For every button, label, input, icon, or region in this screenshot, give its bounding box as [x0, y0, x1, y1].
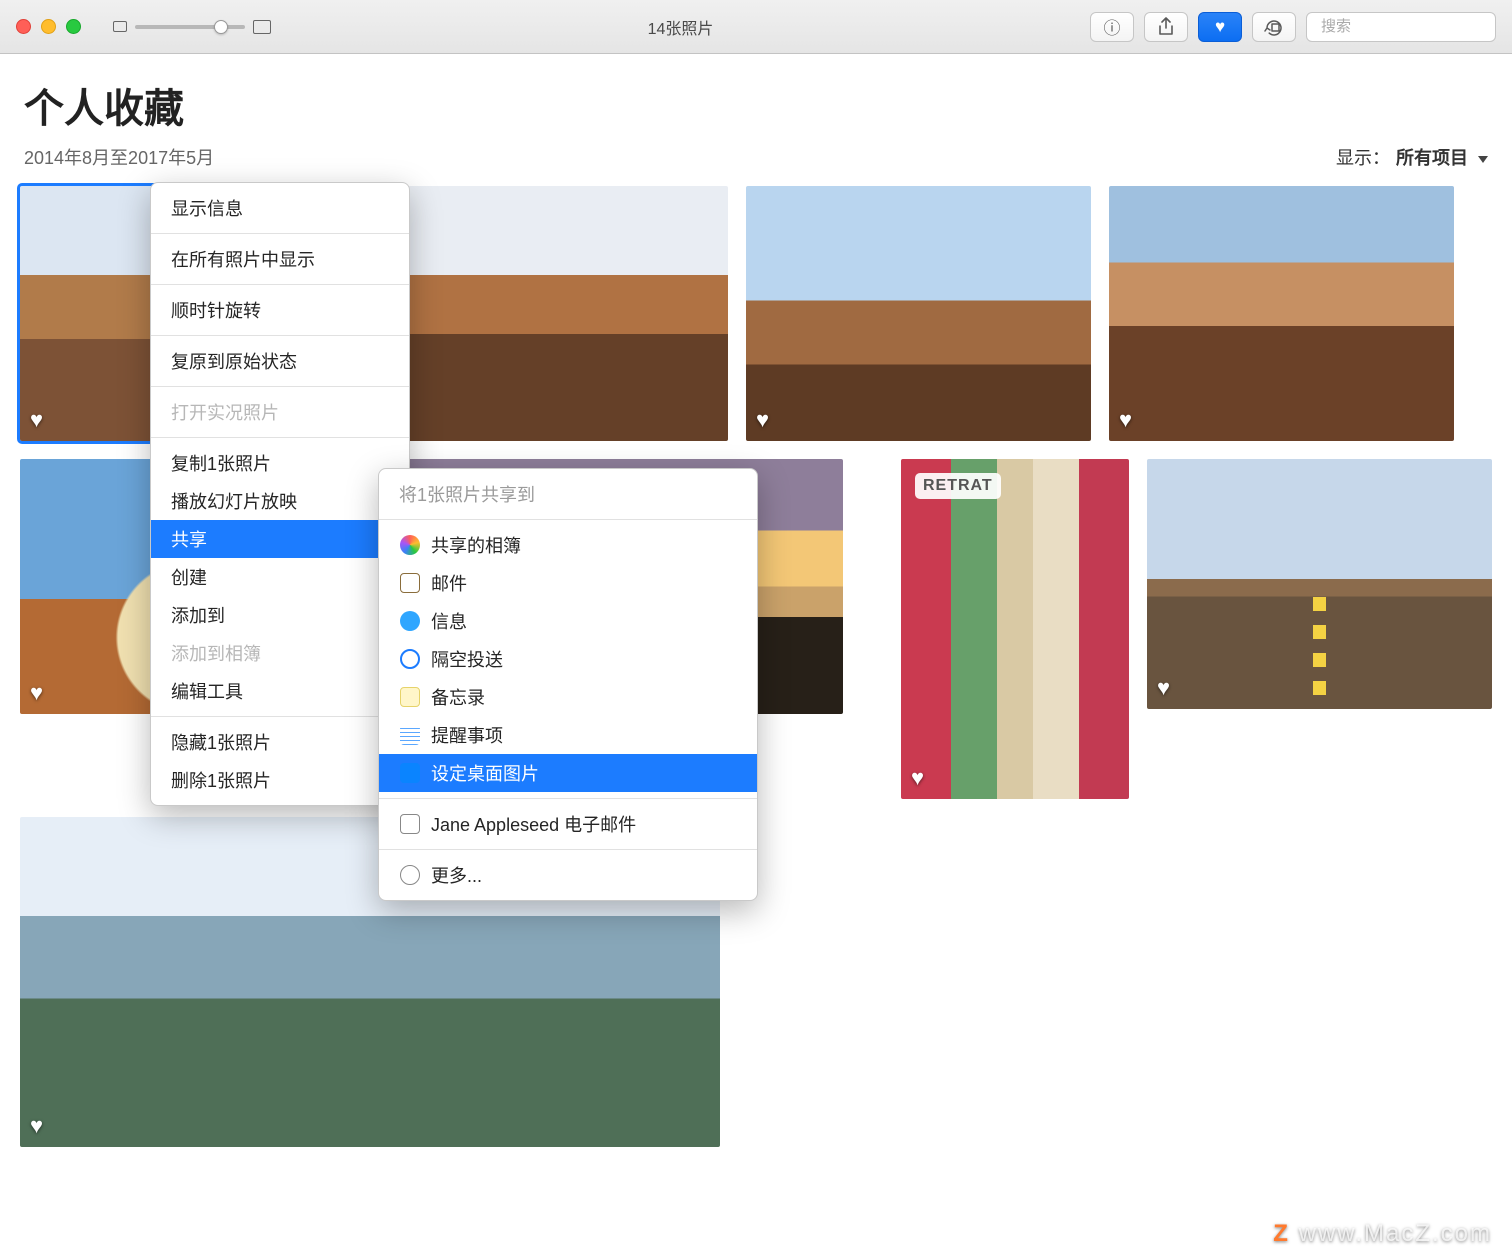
- heart-icon: ♥: [30, 1113, 43, 1139]
- share-submenu[interactable]: 将1张照片共享到共享的相簿邮件信息隔空投送备忘录提醒事项设定桌面图片 Jane A…: [378, 468, 758, 901]
- app-window: 14张照片 ⓘ ♥ 个人收藏 2014年8月至2017年5月 显示： 所有项目: [0, 0, 1512, 1260]
- context-menu-item[interactable]: 编辑工具: [151, 672, 409, 710]
- zoom-small-icon: [113, 21, 127, 32]
- date-range: 2014年8月至2017年5月: [24, 144, 214, 170]
- context-menu-item[interactable]: 添加到: [151, 596, 409, 634]
- notes-icon: [400, 687, 420, 707]
- context-menu-item[interactable]: 隐藏1张照片: [151, 723, 409, 761]
- zoom-track[interactable]: [135, 25, 245, 29]
- maximize-icon[interactable]: [66, 19, 81, 34]
- photo-thumbnail[interactable]: [383, 186, 728, 441]
- albums-icon: [400, 535, 420, 555]
- rotate-icon: [1264, 18, 1284, 36]
- search-input[interactable]: [1321, 18, 1512, 35]
- rotate-button[interactable]: [1252, 12, 1296, 42]
- context-menu-item: 打开实况照片: [151, 393, 409, 431]
- display-filter[interactable]: 显示： 所有项目: [1336, 144, 1488, 170]
- favorite-button[interactable]: ♥: [1198, 12, 1242, 42]
- heart-icon: ♥: [30, 680, 43, 706]
- envelope-icon: [400, 814, 420, 834]
- titlebar: 14张照片 ⓘ ♥: [0, 0, 1512, 54]
- photo-thumbnail[interactable]: ♥: [746, 186, 1091, 441]
- close-icon[interactable]: [16, 19, 31, 34]
- context-menu-item: 添加到相簿: [151, 634, 409, 672]
- share-menu-item[interactable]: 共享的相簿: [379, 526, 757, 564]
- desk-icon: [400, 763, 420, 783]
- airdrop-icon: [400, 649, 420, 669]
- context-menu-item[interactable]: 在所有照片中显示: [151, 240, 409, 278]
- photo-thumbnail[interactable]: ♥: [1109, 186, 1454, 441]
- rem-icon: [400, 725, 420, 745]
- photo-badge: RETRAT: [915, 473, 1001, 499]
- display-filter-value: 所有项目: [1396, 144, 1468, 170]
- heart-icon: ♥: [30, 407, 43, 433]
- window-controls: [16, 19, 81, 34]
- context-menu-item[interactable]: 创建: [151, 558, 409, 596]
- context-menu-item[interactable]: 顺时针旋转: [151, 291, 409, 329]
- context-menu-item[interactable]: 共享: [151, 520, 409, 558]
- share-menu-item[interactable]: 隔空投送: [379, 640, 757, 678]
- context-menu-item[interactable]: 复制1张照片: [151, 444, 409, 482]
- zoom-knob[interactable]: [214, 20, 228, 34]
- context-menu-item[interactable]: 播放幻灯片放映: [151, 482, 409, 520]
- heart-icon: ♥: [756, 407, 769, 433]
- search-field[interactable]: [1306, 12, 1496, 42]
- page-header: 个人收藏: [0, 54, 1512, 138]
- display-filter-label: 显示：: [1336, 144, 1390, 170]
- more-icon: [400, 865, 420, 885]
- share-menu-item[interactable]: 提醒事项: [379, 716, 757, 754]
- share-submenu-title: 将1张照片共享到: [379, 475, 757, 513]
- info-button[interactable]: ⓘ: [1090, 12, 1134, 42]
- share-button[interactable]: [1144, 12, 1188, 42]
- share-icon: [1157, 17, 1175, 37]
- heart-icon: ♥: [911, 765, 924, 791]
- zoom-large-icon: [253, 20, 271, 34]
- heart-icon: ♥: [1119, 407, 1132, 433]
- share-menu-item[interactable]: 设定桌面图片: [379, 754, 757, 792]
- toolbar-right: ⓘ ♥: [1090, 12, 1496, 42]
- thumbnail-zoom-slider[interactable]: [113, 20, 271, 34]
- watermark: Z www.MacZ.com: [1273, 1220, 1492, 1248]
- heart-icon: ♥: [1157, 675, 1170, 701]
- mail-icon: [400, 573, 420, 593]
- photo-thumbnail[interactable]: ♥: [1147, 459, 1492, 709]
- msg-icon: [400, 611, 420, 631]
- chevron-down-icon: [1474, 147, 1488, 168]
- share-contact-item[interactable]: Jane Appleseed 电子邮件: [379, 805, 757, 843]
- share-more-item[interactable]: 更多...: [379, 856, 757, 894]
- context-menu[interactable]: 显示信息在所有照片中显示顺时针旋转复原到原始状态打开实况照片复制1张照片播放幻灯…: [150, 182, 410, 806]
- photo-thumbnail[interactable]: RETRAT ♥: [901, 459, 1129, 799]
- page-title: 个人收藏: [24, 76, 1488, 134]
- context-menu-item[interactable]: 删除1张照片: [151, 761, 409, 799]
- context-menu-item[interactable]: 复原到原始状态: [151, 342, 409, 380]
- share-menu-item[interactable]: 信息: [379, 602, 757, 640]
- page-subheader: 2014年8月至2017年5月 显示： 所有项目: [0, 138, 1512, 180]
- titlebar-title: 14张照片: [285, 15, 1076, 39]
- share-menu-item[interactable]: 备忘录: [379, 678, 757, 716]
- share-menu-item[interactable]: 邮件: [379, 564, 757, 602]
- minimize-icon[interactable]: [41, 19, 56, 34]
- context-menu-item[interactable]: 显示信息: [151, 189, 409, 227]
